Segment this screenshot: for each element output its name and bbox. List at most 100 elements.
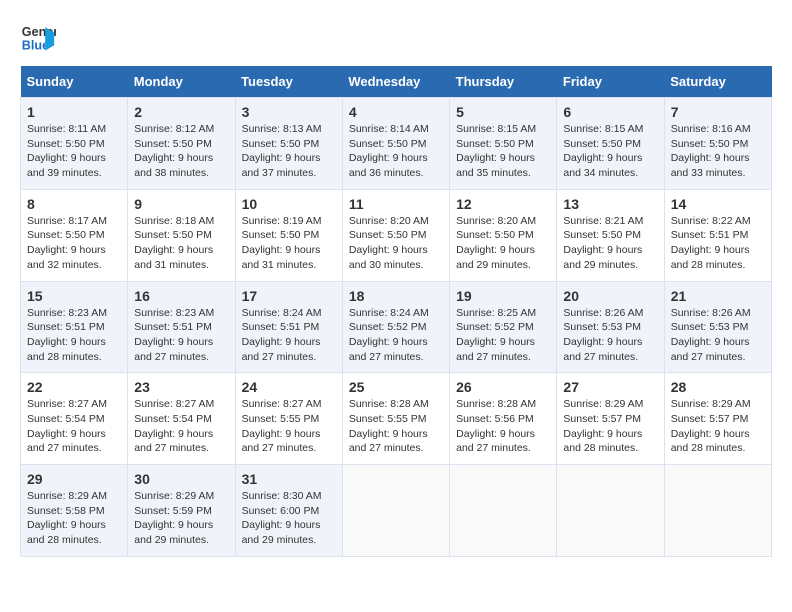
day-info: Sunrise: 8:29 AM Sunset: 5:58 PM Dayligh… [27,489,121,548]
logo-icon: General Blue [20,20,56,56]
day-number: 4 [349,104,443,120]
calendar-cell: 23 Sunrise: 8:27 AM Sunset: 5:54 PM Dayli… [128,373,235,465]
calendar-cell: 18 Sunrise: 8:24 AM Sunset: 5:52 PM Dayli… [342,281,449,373]
day-info: Sunrise: 8:27 AM Sunset: 5:54 PM Dayligh… [134,397,228,456]
calendar-cell: 10 Sunrise: 8:19 AM Sunset: 5:50 PM Dayli… [235,189,342,281]
day-number: 21 [671,288,765,304]
day-info: Sunrise: 8:28 AM Sunset: 5:56 PM Dayligh… [456,397,550,456]
calendar-cell: 19 Sunrise: 8:25 AM Sunset: 5:52 PM Dayli… [450,281,557,373]
day-info: Sunrise: 8:23 AM Sunset: 5:51 PM Dayligh… [27,306,121,365]
day-info: Sunrise: 8:16 AM Sunset: 5:50 PM Dayligh… [671,122,765,181]
day-info: Sunrise: 8:26 AM Sunset: 5:53 PM Dayligh… [671,306,765,365]
calendar-cell: 27Sunrise: 8:29 AM Sunset: 5:57 PM Dayli… [557,373,664,465]
weekday-header-saturday: Saturday [664,66,771,98]
calendar-week-row: 29 Sunrise: 8:29 AM Sunset: 5:58 PM Dayli… [21,465,772,557]
calendar-cell: 15Sunrise: 8:23 AM Sunset: 5:51 PM Dayli… [21,281,128,373]
day-info: Sunrise: 8:28 AM Sunset: 5:55 PM Dayligh… [349,397,443,456]
day-info: Sunrise: 8:19 AM Sunset: 5:50 PM Dayligh… [242,214,336,273]
calendar-cell: 24Sunrise: 8:27 AM Sunset: 5:55 PM Dayli… [235,373,342,465]
calendar-cell: 11Sunrise: 8:20 AM Sunset: 5:50 PM Dayli… [342,189,449,281]
calendar-cell: 30 Sunrise: 8:29 AM Sunset: 5:59 PM Dayli… [128,465,235,557]
calendar-cell: 13 Sunrise: 8:21 AM Sunset: 5:50 PM Dayli… [557,189,664,281]
calendar-week-row: 1 Sunrise: 8:11 AM Sunset: 5:50 PM Daylig… [21,98,772,190]
calendar-cell: 3Sunrise: 8:13 AM Sunset: 5:50 PM Daylig… [235,98,342,190]
day-number: 30 [134,471,228,487]
day-number: 17 [242,288,336,304]
svg-text:Blue: Blue [22,39,49,53]
calendar-cell [342,465,449,557]
day-info: Sunrise: 8:15 AM Sunset: 5:50 PM Dayligh… [563,122,657,181]
day-info: Sunrise: 8:29 AM Sunset: 5:59 PM Dayligh… [134,489,228,548]
day-number: 2 [134,104,228,120]
day-number: 29 [27,471,121,487]
calendar-cell: 17 Sunrise: 8:24 AM Sunset: 5:51 PM Dayli… [235,281,342,373]
calendar-table: SundayMondayTuesdayWednesdayThursdayFrid… [20,66,772,557]
day-info: Sunrise: 8:24 AM Sunset: 5:51 PM Dayligh… [242,306,336,365]
day-info: Sunrise: 8:18 AM Sunset: 5:50 PM Dayligh… [134,214,228,273]
day-number: 20 [563,288,657,304]
calendar-cell: 5 Sunrise: 8:15 AM Sunset: 5:50 PM Daylig… [450,98,557,190]
day-info: Sunrise: 8:29 AM Sunset: 5:57 PM Dayligh… [563,397,657,456]
day-info: Sunrise: 8:30 AM Sunset: 6:00 PM Dayligh… [242,489,336,548]
calendar-cell [664,465,771,557]
logo: General Blue [20,20,62,56]
day-info: Sunrise: 8:13 AM Sunset: 5:50 PM Dayligh… [242,122,336,181]
day-info: Sunrise: 8:12 AM Sunset: 5:50 PM Dayligh… [134,122,228,181]
day-info: Sunrise: 8:14 AM Sunset: 5:50 PM Dayligh… [349,122,443,181]
day-number: 5 [456,104,550,120]
day-number: 1 [27,104,121,120]
calendar-cell [557,465,664,557]
day-number: 26 [456,379,550,395]
day-number: 22 [27,379,121,395]
day-number: 19 [456,288,550,304]
day-number: 23 [134,379,228,395]
header: General Blue [20,20,772,56]
calendar-week-row: 22 Sunrise: 8:27 AM Sunset: 5:54 PM Dayli… [21,373,772,465]
day-number: 25 [349,379,443,395]
day-number: 8 [27,196,121,212]
day-number: 14 [671,196,765,212]
day-info: Sunrise: 8:26 AM Sunset: 5:53 PM Dayligh… [563,306,657,365]
calendar-cell: 21 Sunrise: 8:26 AM Sunset: 5:53 PM Dayli… [664,281,771,373]
day-number: 11 [349,196,443,212]
day-number: 31 [242,471,336,487]
calendar-cell: 28Sunrise: 8:29 AM Sunset: 5:57 PM Dayli… [664,373,771,465]
day-number: 13 [563,196,657,212]
day-info: Sunrise: 8:11 AM Sunset: 5:50 PM Dayligh… [27,122,121,181]
calendar-week-row: 15Sunrise: 8:23 AM Sunset: 5:51 PM Dayli… [21,281,772,373]
day-number: 9 [134,196,228,212]
day-info: Sunrise: 8:27 AM Sunset: 5:55 PM Dayligh… [242,397,336,456]
calendar-cell: 26 Sunrise: 8:28 AM Sunset: 5:56 PM Dayli… [450,373,557,465]
day-number: 28 [671,379,765,395]
day-info: Sunrise: 8:17 AM Sunset: 5:50 PM Dayligh… [27,214,121,273]
day-info: Sunrise: 8:22 AM Sunset: 5:51 PM Dayligh… [671,214,765,273]
day-number: 10 [242,196,336,212]
calendar-cell: 31 Sunrise: 8:30 AM Sunset: 6:00 PM Dayli… [235,465,342,557]
day-info: Sunrise: 8:24 AM Sunset: 5:52 PM Dayligh… [349,306,443,365]
calendar-cell: 12Sunrise: 8:20 AM Sunset: 5:50 PM Dayli… [450,189,557,281]
calendar-cell: 14 Sunrise: 8:22 AM Sunset: 5:51 PM Dayli… [664,189,771,281]
day-number: 18 [349,288,443,304]
day-info: Sunrise: 8:15 AM Sunset: 5:50 PM Dayligh… [456,122,550,181]
weekday-header-friday: Friday [557,66,664,98]
calendar-cell: 29 Sunrise: 8:29 AM Sunset: 5:58 PM Dayli… [21,465,128,557]
calendar-cell: 20 Sunrise: 8:26 AM Sunset: 5:53 PM Dayli… [557,281,664,373]
weekday-header-thursday: Thursday [450,66,557,98]
calendar-cell: 8 Sunrise: 8:17 AM Sunset: 5:50 PM Daylig… [21,189,128,281]
calendar-cell: 2 Sunrise: 8:12 AM Sunset: 5:50 PM Daylig… [128,98,235,190]
calendar-cell: 1 Sunrise: 8:11 AM Sunset: 5:50 PM Daylig… [21,98,128,190]
weekday-header-row: SundayMondayTuesdayWednesdayThursdayFrid… [21,66,772,98]
calendar-cell: 4 Sunrise: 8:14 AM Sunset: 5:50 PM Daylig… [342,98,449,190]
weekday-header-tuesday: Tuesday [235,66,342,98]
weekday-header-monday: Monday [128,66,235,98]
day-number: 6 [563,104,657,120]
day-info: Sunrise: 8:23 AM Sunset: 5:51 PM Dayligh… [134,306,228,365]
calendar-cell: 22Sunrise: 8:27 AM Sunset: 5:54 PM Dayli… [21,373,128,465]
day-number: 12 [456,196,550,212]
calendar-cell: 9 Sunrise: 8:18 AM Sunset: 5:50 PM Daylig… [128,189,235,281]
day-info: Sunrise: 8:21 AM Sunset: 5:50 PM Dayligh… [563,214,657,273]
day-info: Sunrise: 8:25 AM Sunset: 5:52 PM Dayligh… [456,306,550,365]
calendar-cell: 25 Sunrise: 8:28 AM Sunset: 5:55 PM Dayli… [342,373,449,465]
calendar-week-row: 8 Sunrise: 8:17 AM Sunset: 5:50 PM Daylig… [21,189,772,281]
weekday-header-sunday: Sunday [21,66,128,98]
